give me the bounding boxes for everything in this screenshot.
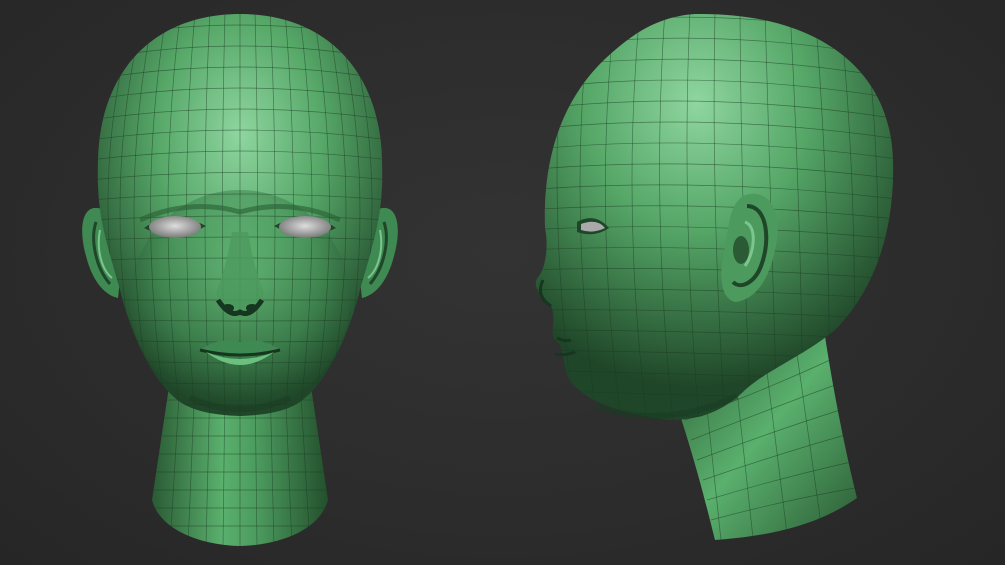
head-surface-side [535,13,894,420]
sculpt-viewport[interactable] [0,0,1005,565]
head-surface [97,14,383,416]
front-head-model[interactable] [60,0,420,565]
side-head-model[interactable] [505,0,925,565]
